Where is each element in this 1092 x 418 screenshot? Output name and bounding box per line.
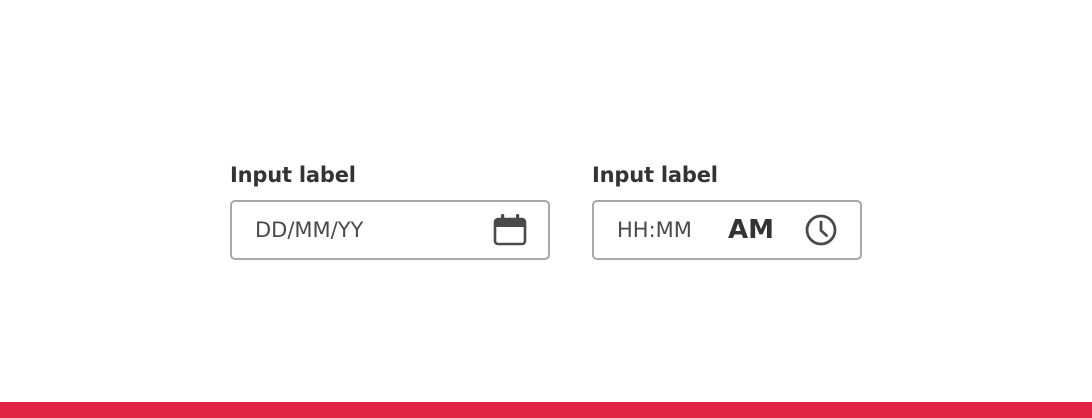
date-input-placeholder: DD/MM/YY bbox=[255, 218, 364, 242]
calendar-icon[interactable] bbox=[493, 213, 527, 247]
am-pm-toggle[interactable]: AM bbox=[728, 202, 774, 258]
time-field-label: Input label bbox=[592, 163, 718, 187]
time-field-group: Input label HH:MM AM bbox=[592, 160, 862, 260]
date-field-label: Input label bbox=[230, 163, 356, 187]
date-input[interactable]: DD/MM/YY bbox=[230, 200, 550, 260]
bottom-accent-bar bbox=[0, 402, 1092, 418]
date-field-group: Input label DD/MM/YY bbox=[230, 160, 550, 260]
clock-icon[interactable] bbox=[804, 213, 838, 247]
time-input-placeholder: HH:MM bbox=[617, 218, 692, 242]
time-input[interactable]: HH:MM AM bbox=[592, 200, 862, 260]
